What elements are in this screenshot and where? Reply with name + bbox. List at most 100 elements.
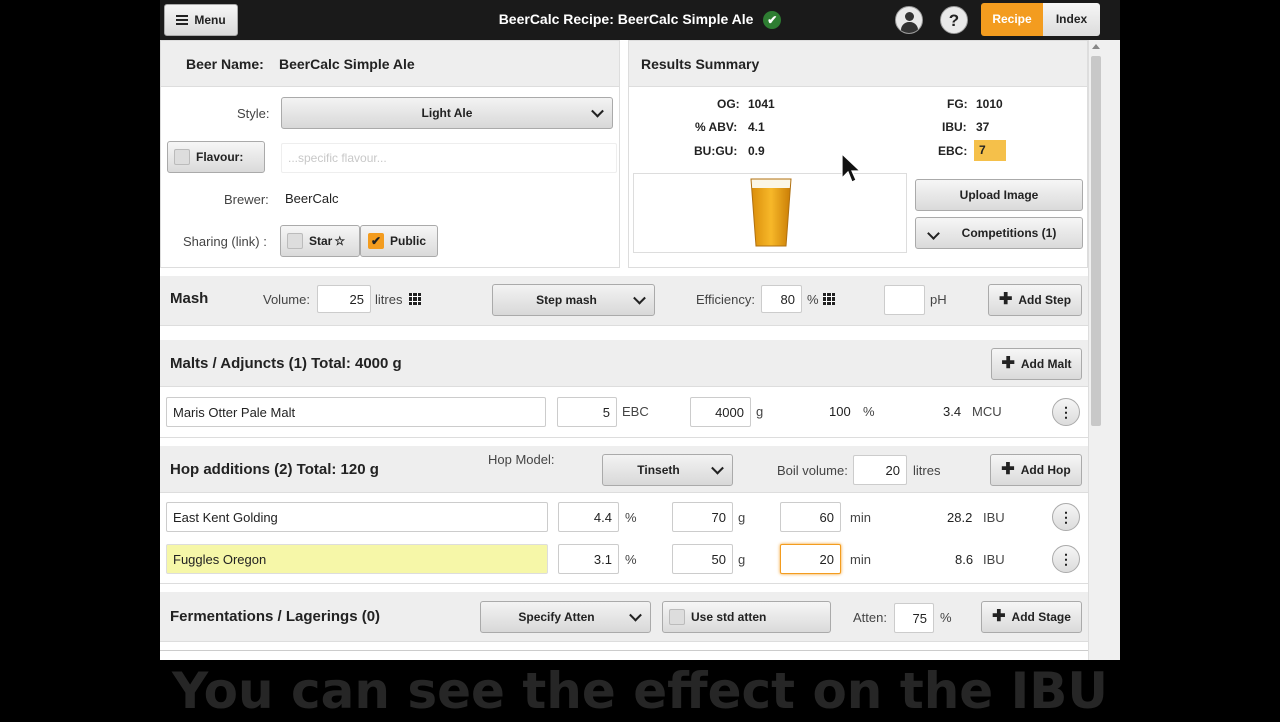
hop-ibu: 8.6 xyxy=(955,552,974,567)
atten-input[interactable]: 75 xyxy=(894,603,934,633)
efficiency-label: Efficiency: xyxy=(696,292,756,307)
plus-icon: ✚ xyxy=(1001,461,1015,478)
page-title: BeerCalc Recipe: BeerCalc Simple Ale ✔ xyxy=(160,11,1120,30)
plus-icon: ✚ xyxy=(1001,355,1015,372)
ph-input[interactable] xyxy=(884,285,925,315)
hop-weight-input[interactable]: 50 xyxy=(672,544,733,574)
mash-volume-unit: litres xyxy=(375,292,403,307)
fermentation-title: Fermentations / Lagerings (0) xyxy=(170,608,381,625)
fg-label: FG: xyxy=(947,97,968,111)
flavour-toggle[interactable]: Flavour: xyxy=(167,141,265,173)
malt-options-icon[interactable]: ⋮ xyxy=(1052,398,1080,426)
hop-weight-unit: g xyxy=(738,510,746,525)
competitions-button[interactable]: Competitions (1) xyxy=(915,217,1083,249)
chevron-down-icon xyxy=(591,104,604,118)
app-window: Menu BeerCalc Recipe: BeerCalc Simple Al… xyxy=(160,0,1120,660)
bugu-label: BU:GU: xyxy=(694,144,738,158)
atten-label: Atten: xyxy=(853,610,887,625)
brewer-value: BeerCalc xyxy=(285,191,339,206)
hop-model-label: Hop Model: xyxy=(488,452,555,467)
hop-alpha-input[interactable]: 4.4 xyxy=(558,502,619,532)
add-step-button[interactable]: ✚ Add Step xyxy=(988,284,1082,316)
bugu-value: 0.9 xyxy=(748,144,765,158)
add-hop-label: Add Hop xyxy=(1020,463,1071,477)
malt-weight-unit: g xyxy=(756,404,764,419)
efficiency-unit: % xyxy=(807,292,819,307)
public-toggle[interactable]: ✔ Public xyxy=(360,225,438,257)
efficiency-input[interactable]: 80 xyxy=(761,285,802,313)
upload-image-button[interactable]: Upload Image xyxy=(915,179,1083,211)
atten-mode-select[interactable]: Specify Atten xyxy=(480,601,651,633)
malt-name-input[interactable]: Maris Otter Pale Malt xyxy=(166,397,546,427)
help-icon[interactable]: ? xyxy=(940,6,968,34)
hop-ibu-unit: IBU xyxy=(983,552,1005,567)
calculator-icon[interactable] xyxy=(409,293,421,305)
ibu-label: IBU: xyxy=(942,120,967,134)
scrollbar-thumb[interactable] xyxy=(1091,56,1101,426)
calculator-icon[interactable] xyxy=(823,293,835,305)
tab-index[interactable]: Index xyxy=(1043,3,1100,36)
std-atten-toggle[interactable]: Use std atten xyxy=(662,601,831,633)
malts-title: Malts / Adjuncts (1) Total: 4000 g xyxy=(170,355,402,372)
add-malt-button[interactable]: ✚ Add Malt xyxy=(991,348,1082,380)
malt-ebc-unit: EBC xyxy=(622,404,649,419)
mash-volume-input[interactable]: 25 xyxy=(317,285,371,313)
star-toggle[interactable]: Star ☆ xyxy=(280,225,360,257)
hop-model-select[interactable]: Tinseth xyxy=(602,454,733,486)
malt-mcu-unit: MCU xyxy=(972,404,1002,419)
atten-unit: % xyxy=(940,610,952,625)
mash-type-select[interactable]: Step mash xyxy=(492,284,655,316)
hop-row: Fuggles Oregon 3.1 % 50 g 20 min 8.6 IBU… xyxy=(160,536,1088,584)
mash-volume-label: Volume: xyxy=(263,292,310,307)
add-malt-label: Add Malt xyxy=(1020,357,1072,371)
add-step-label: Add Step xyxy=(1018,293,1072,307)
hop-weight-input[interactable]: 70 xyxy=(672,502,733,532)
checked-checkbox-icon: ✔ xyxy=(368,233,384,249)
chevron-down-icon xyxy=(711,461,724,475)
boil-volume-unit: litres xyxy=(913,463,941,478)
hop-alpha-input[interactable]: 3.1 xyxy=(558,544,619,574)
beer-name-value[interactable]: BeerCalc Simple Ale xyxy=(279,56,415,72)
tab-recipe[interactable]: Recipe xyxy=(981,3,1043,36)
style-select[interactable]: Light Ale xyxy=(281,97,613,129)
malt-percent: 100 xyxy=(829,404,851,419)
competitions-label: Competitions (1) xyxy=(961,226,1057,240)
style-label: Style: xyxy=(237,106,270,121)
user-icon[interactable] xyxy=(895,6,923,34)
malt-ebc-input[interactable]: 5 xyxy=(557,397,617,427)
std-atten-label: Use std atten xyxy=(691,610,767,624)
add-stage-button[interactable]: ✚ Add Stage xyxy=(981,601,1082,633)
flavour-input[interactable]: ...specific flavour... xyxy=(281,143,617,173)
hop-time-input[interactable]: 60 xyxy=(780,502,841,532)
recipe-panel: Beer Name: BeerCalc Simple Ale Style: Li… xyxy=(160,40,620,268)
add-stage-label: Add Stage xyxy=(1011,610,1071,624)
hop-options-icon[interactable]: ⋮ xyxy=(1052,503,1080,531)
hop-time-input[interactable]: 20 xyxy=(780,544,841,574)
beer-glass-icon xyxy=(750,178,792,247)
results-title: Results Summary xyxy=(641,56,760,72)
flavour-label: Flavour: xyxy=(196,150,244,164)
mash-type-value: Step mash xyxy=(536,293,597,307)
star-label: Star xyxy=(309,234,333,248)
og-label: OG: xyxy=(717,97,740,111)
fg-value: 1010 xyxy=(976,97,1003,111)
malt-weight-input[interactable]: 4000 xyxy=(690,397,751,427)
atten-mode-value: Specify Atten xyxy=(518,610,595,624)
checkbox-icon xyxy=(174,149,190,165)
malt-row: Maris Otter Pale Malt 5 EBC 4000 g 100 %… xyxy=(160,388,1088,438)
mash-title: Mash xyxy=(170,290,209,307)
brewer-label: Brewer: xyxy=(224,192,269,207)
hop-name-input[interactable]: Fuggles Oregon xyxy=(166,544,548,574)
section-divider xyxy=(160,650,1088,660)
public-label: Public xyxy=(390,234,427,248)
beer-image xyxy=(633,173,907,253)
hops-title: Hop additions (2) Total: 120 g xyxy=(170,461,379,478)
top-bar: Menu BeerCalc Recipe: BeerCalc Simple Al… xyxy=(160,0,1120,40)
boil-volume-input[interactable]: 20 xyxy=(853,455,907,485)
scroll-up-arrow-icon[interactable] xyxy=(1092,44,1100,49)
sharing-label: Sharing (link) : xyxy=(183,234,267,249)
hop-name-input[interactable]: East Kent Golding xyxy=(166,502,548,532)
hop-options-icon[interactable]: ⋮ xyxy=(1052,545,1080,573)
hop-time-unit: min xyxy=(850,552,871,567)
add-hop-button[interactable]: ✚ Add Hop xyxy=(990,454,1082,486)
